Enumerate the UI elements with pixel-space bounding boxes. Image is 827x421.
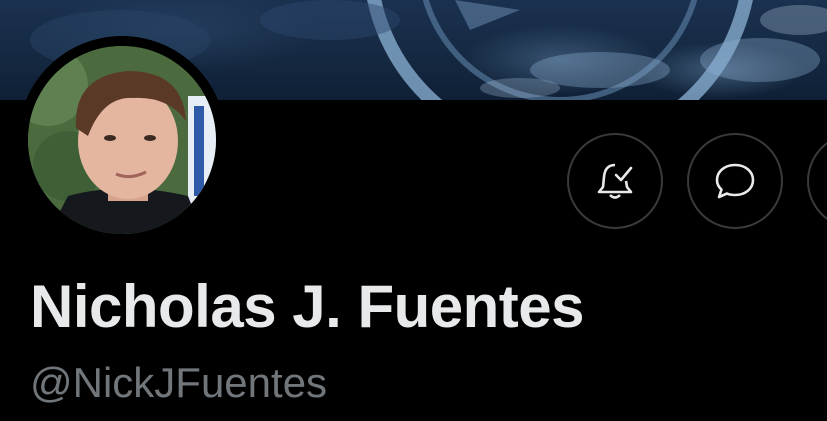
- display-name: Nicholas J. Fuentes: [30, 273, 585, 340]
- avatar[interactable]: [28, 46, 216, 234]
- bell-check-icon: [597, 163, 633, 199]
- more-button[interactable]: [807, 133, 827, 229]
- avatar-photo: [28, 46, 216, 234]
- notifications-button[interactable]: [567, 133, 663, 229]
- message-button[interactable]: [687, 133, 783, 229]
- profile-header: Nicholas J. Fuentes @NickJFuentes: [0, 0, 827, 421]
- profile-handle: @NickJFuentes: [30, 359, 328, 406]
- chat-bubble-icon: [715, 163, 755, 199]
